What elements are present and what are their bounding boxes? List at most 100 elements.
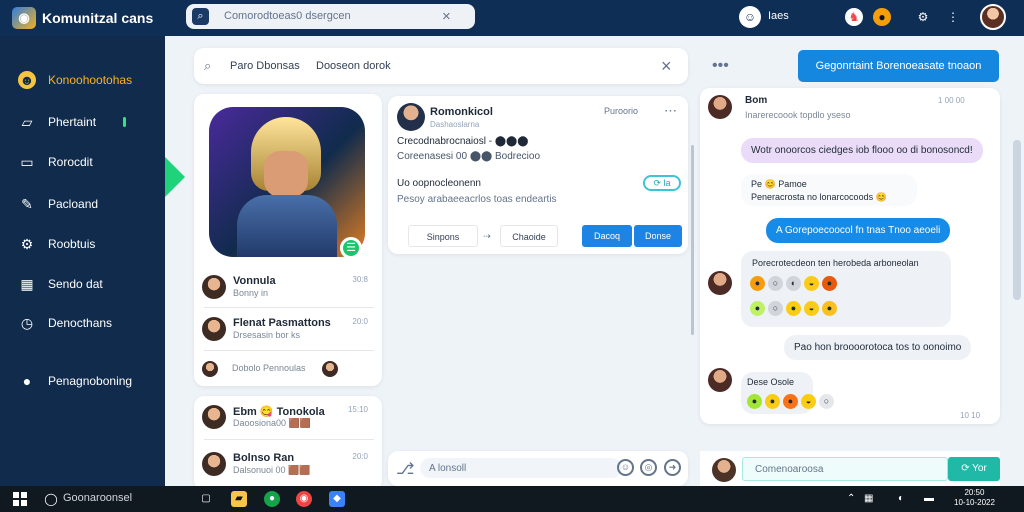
selected-pointer-icon <box>165 157 185 197</box>
message-composer: ⎇ A lonsoll ☺ ◎ ➜ <box>388 451 688 486</box>
search-query: Dooseon dorok <box>316 60 391 72</box>
more-options-icon[interactable]: ⋯ <box>664 103 677 119</box>
avatar <box>708 368 732 392</box>
more-options-icon[interactable]: ••• <box>712 57 729 75</box>
emoji-icon[interactable]: ○ <box>768 301 783 316</box>
volume-icon[interactable]: ◐ <box>898 493 904 504</box>
tray-up-icon[interactable]: ⌃ <box>847 493 855 504</box>
active-indicator <box>123 117 126 127</box>
search-icon[interactable]: ◯ <box>43 491 59 507</box>
message-input[interactable]: A lonsoll <box>420 458 622 478</box>
global-search-input[interactable]: ⌕ Comorodtoeas0 dsergcen × <box>186 4 475 29</box>
global-search-text: Comorodtoeas0 dsergcen <box>224 10 351 22</box>
divider <box>204 350 374 351</box>
emoji-icon[interactable]: ● <box>750 301 765 316</box>
attachment-icon[interactable]: ⎇ <box>396 459 414 479</box>
more-menu-icon[interactable]: ⋮ <box>944 8 962 26</box>
emoji-icon[interactable]: ◒ <box>804 276 819 291</box>
contact-item[interactable]: Flenat Pasmattons Drsesasin bor ks 20:0 <box>202 313 374 347</box>
battery-icon[interactable]: ▬ <box>924 493 934 504</box>
message-time: 10 10 <box>960 411 981 420</box>
message-bubble: A Gorepoecoocol fn tnas Tnoo aeoeli <box>766 218 951 243</box>
task-view-icon[interactable]: ▢ <box>198 491 214 507</box>
emoji-icon[interactable]: ● <box>750 276 765 291</box>
comment-button[interactable]: Chaoide <box>500 225 558 247</box>
emoji-icon[interactable]: ◒ <box>801 394 816 409</box>
sidebar-item-label: Denocthans <box>48 316 113 330</box>
reply-icon[interactable]: ⇢ <box>478 225 496 247</box>
community-app-icon[interactable]: ◆ <box>329 491 345 507</box>
contact-item[interactable]: Dobolo Pennoulas <box>202 356 374 390</box>
main-search-bar[interactable]: ⌕ Paro Dbonsas Dooseon dorok × <box>194 48 688 84</box>
avatar <box>202 452 226 476</box>
post-body-title: Uo oopnocleonenn <box>397 178 481 189</box>
windows-start-icon[interactable] <box>13 492 27 506</box>
emoji-icon[interactable]: ◐ <box>786 276 801 291</box>
contact-subtitle: Bonny in <box>233 288 269 298</box>
divider <box>204 439 374 440</box>
emoji-icon[interactable]: ○ <box>819 394 834 409</box>
emoji-row: ● ○ ● ◒ ● <box>750 301 840 316</box>
emoji-icon[interactable]: ● <box>747 394 762 409</box>
emoji-icon[interactable]: ☺ <box>617 459 634 476</box>
app-title: Komunitzal cans <box>42 10 154 26</box>
game-icon[interactable]: ♞ <box>845 8 863 26</box>
contact-item[interactable]: Vonnula Bonny in 30:8 <box>202 271 374 305</box>
emoji-icon[interactable]: ○ <box>768 276 783 291</box>
contact-subtitle: Dalsonuoi 00 🟫🟫 <box>233 465 311 475</box>
chat-header: ••• Gegonrtaint Borenoeasate tnoaon <box>700 50 1000 82</box>
share-button[interactable]: Sinpons <box>408 225 478 247</box>
record-icon: ● <box>22 373 32 389</box>
emoji-icon[interactable]: ◒ <box>804 301 819 316</box>
chat-action-button[interactable]: Gegonrtaint Borenoeasate tnoaon <box>798 50 999 82</box>
contact-item[interactable]: Ebm 😋 Tonokola Daoosiona00 🟫🟫 15:10 <box>202 401 374 435</box>
avatar <box>708 95 732 119</box>
post-meta: Coreenasesi 00 ⬤⬤ Bodrecioo <box>397 151 541 162</box>
emoji-icon[interactable]: ● <box>783 394 798 409</box>
sidebar-item-label: Penagnoboning <box>48 374 133 388</box>
emoji-icon[interactable]: ● <box>786 301 801 316</box>
user-label: Iaes <box>768 10 789 22</box>
notification-icon[interactable]: ● <box>873 8 891 26</box>
user-status-icon[interactable]: ☺ <box>739 6 761 28</box>
close-icon[interactable]: × <box>661 56 672 77</box>
chat-input[interactable]: Comenoaroosa <box>742 457 948 481</box>
message-header: Pe 😊 Pamoe <box>751 179 807 189</box>
windows-taskbar: ◯ Goonaroonsel ▢ ▰ ● ◉ ◆ ⌃ ▦ ◐ ▬ 20:50 10… <box>0 486 1024 512</box>
avatar <box>708 271 732 295</box>
taskbar-search[interactable]: Goonaroonsel <box>63 492 132 504</box>
chat-scrollbar[interactable] <box>1013 140 1021 300</box>
chat-time: 1 00 00 <box>938 96 965 105</box>
sidebar-item-label: Phertaint <box>48 115 97 129</box>
character-face <box>264 151 308 197</box>
profile-avatar[interactable] <box>980 4 1006 30</box>
avatar <box>202 361 218 377</box>
post-handle: Dashaoslarna <box>430 120 480 129</box>
send-icon[interactable]: ➜ <box>664 459 681 476</box>
gif-icon[interactable]: ◎ <box>640 459 657 476</box>
secondary-action-button[interactable]: Donse <box>634 225 682 247</box>
file-explorer-icon[interactable]: ▰ <box>231 491 247 507</box>
reaction-pill[interactable]: ⟳ la <box>643 175 681 191</box>
emoji-icon[interactable]: ● <box>822 301 837 316</box>
network-icon[interactable]: ▦ <box>864 493 873 504</box>
grid-icon: ▦ <box>20 276 34 292</box>
send-button[interactable]: ⟳ Yor <box>948 457 1000 481</box>
emoji-icon[interactable]: ● <box>765 394 780 409</box>
app-icon[interactable]: ● <box>264 491 280 507</box>
scrollbar[interactable] <box>691 145 694 335</box>
chat-user-subtitle: Inarerecoook topdlo yseso <box>745 110 851 120</box>
post-author: Romonkicol <box>430 106 493 118</box>
browser-icon[interactable]: ◉ <box>296 491 312 507</box>
settings-icon[interactable]: ⚙ <box>914 8 932 26</box>
clear-search-icon[interactable]: × <box>442 8 451 25</box>
emoji-icon[interactable]: ● <box>822 276 837 291</box>
clock: 20:50 10-10-2022 <box>954 488 995 508</box>
contact-item[interactable]: Bolnso Ran Dalsonuoi 00 🟫🟫 20:0 <box>202 448 374 482</box>
top-app-bar: ◉ Komunitzal cans ⌕ Comorodtoeas0 dsergc… <box>0 0 1024 36</box>
hero-avatar[interactable] <box>209 107 365 257</box>
gear-icon: ⚙ <box>20 236 34 252</box>
post-card: Romonkicol Dashaoslarna Puroorio ⋯ Creco… <box>388 96 688 254</box>
pen-icon: ✎ <box>21 196 33 212</box>
primary-action-button[interactable]: Dacoq <box>582 225 632 247</box>
